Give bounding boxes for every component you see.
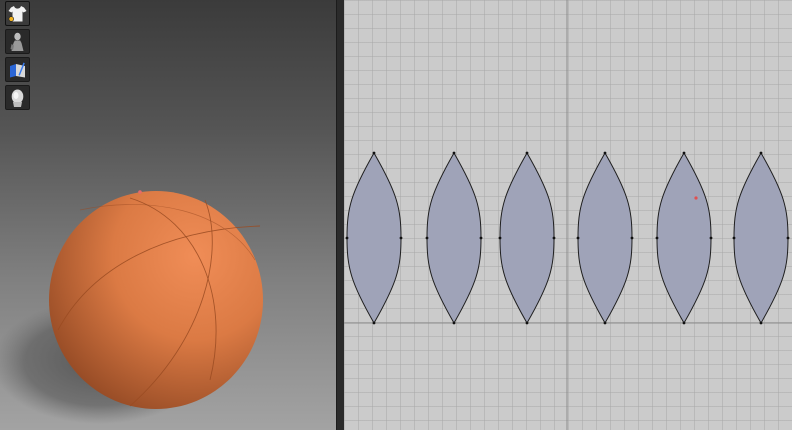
- sphere-object[interactable]: [49, 190, 263, 409]
- viewport-splitter[interactable]: [336, 0, 344, 430]
- pattern-point[interactable]: [576, 236, 580, 240]
- pattern-point[interactable]: [452, 321, 456, 325]
- pattern-point[interactable]: [452, 151, 456, 155]
- pattern-point[interactable]: [372, 321, 376, 325]
- pattern-piece-6[interactable]: [732, 151, 790, 325]
- pattern-point[interactable]: [603, 151, 607, 155]
- pattern-point[interactable]: [630, 236, 634, 240]
- 3d-scene: [0, 190, 263, 424]
- pattern-point[interactable]: [682, 151, 686, 155]
- pattern-piece-2[interactable]: [425, 151, 483, 325]
- head-display-button[interactable]: [5, 85, 30, 110]
- pattern-point[interactable]: [786, 236, 790, 240]
- head-icon: [11, 89, 24, 107]
- fabric-display-button[interactable]: [5, 57, 30, 82]
- pattern-point[interactable]: [525, 321, 529, 325]
- 2d-pattern-viewport[interactable]: [344, 0, 792, 430]
- pattern-point[interactable]: [709, 236, 713, 240]
- viewport-toolbar: [5, 1, 31, 110]
- pattern-point[interactable]: [759, 321, 763, 325]
- pattern-point[interactable]: [655, 236, 659, 240]
- 3d-viewport[interactable]: [0, 0, 336, 430]
- pattern-point[interactable]: [479, 236, 483, 240]
- pattern-piece-5[interactable]: [655, 151, 713, 325]
- pattern-point[interactable]: [682, 321, 686, 325]
- avatar-display-button[interactable]: [5, 29, 30, 54]
- pattern-point[interactable]: [552, 236, 556, 240]
- app-window: [0, 0, 792, 430]
- tshirt-icon: [8, 6, 27, 22]
- pattern-point[interactable]: [498, 236, 502, 240]
- avatar-icon: [10, 32, 24, 51]
- pattern-point[interactable]: [603, 321, 607, 325]
- fabric-icon: [10, 62, 25, 78]
- pattern-point[interactable]: [425, 236, 429, 240]
- pattern-piece-3[interactable]: [498, 151, 556, 325]
- pattern-piece-4[interactable]: [576, 151, 634, 325]
- pattern-point[interactable]: [525, 151, 529, 155]
- pattern-point[interactable]: [732, 236, 736, 240]
- pattern-point[interactable]: [372, 151, 376, 155]
- pattern-canvas: [344, 0, 792, 430]
- pattern-point[interactable]: [759, 151, 763, 155]
- garment-display-button[interactable]: [5, 1, 30, 26]
- pattern-point[interactable]: [399, 236, 403, 240]
- pattern-point[interactable]: [345, 236, 349, 240]
- pattern-piece-1[interactable]: [345, 151, 403, 325]
- pin-marker: [694, 196, 698, 200]
